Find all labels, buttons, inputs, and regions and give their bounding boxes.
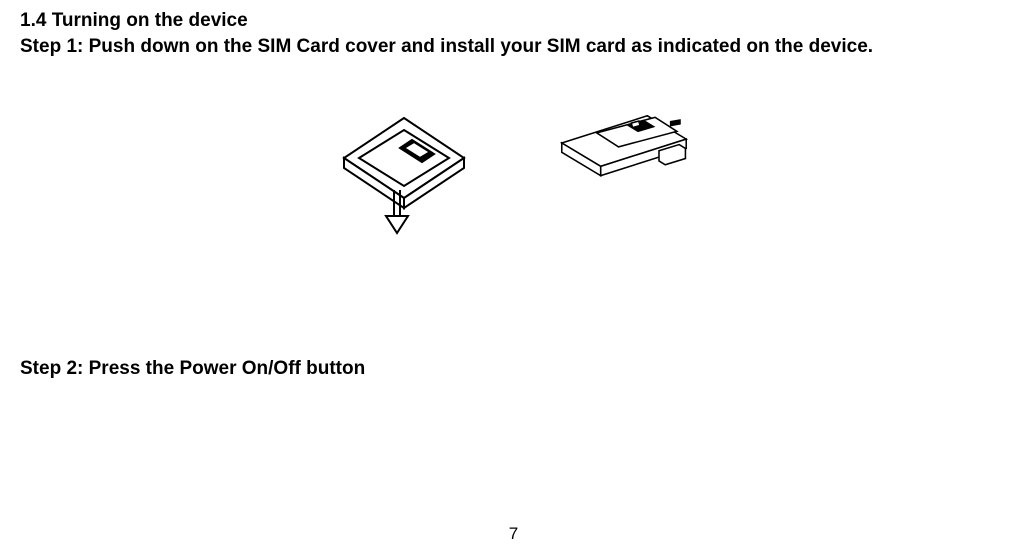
- step-2-text: Step 2: Press the Power On/Off button: [20, 358, 1007, 380]
- step-1-text: Step 1: Push down on the SIM Card cover …: [20, 36, 1007, 58]
- illustration-row: [20, 108, 1007, 248]
- section-heading: 1.4 Turning on the device: [20, 10, 1007, 32]
- page-number: 7: [509, 524, 518, 544]
- device-illustration-left-icon: [334, 108, 474, 248]
- device-illustration-right-icon: [554, 108, 694, 248]
